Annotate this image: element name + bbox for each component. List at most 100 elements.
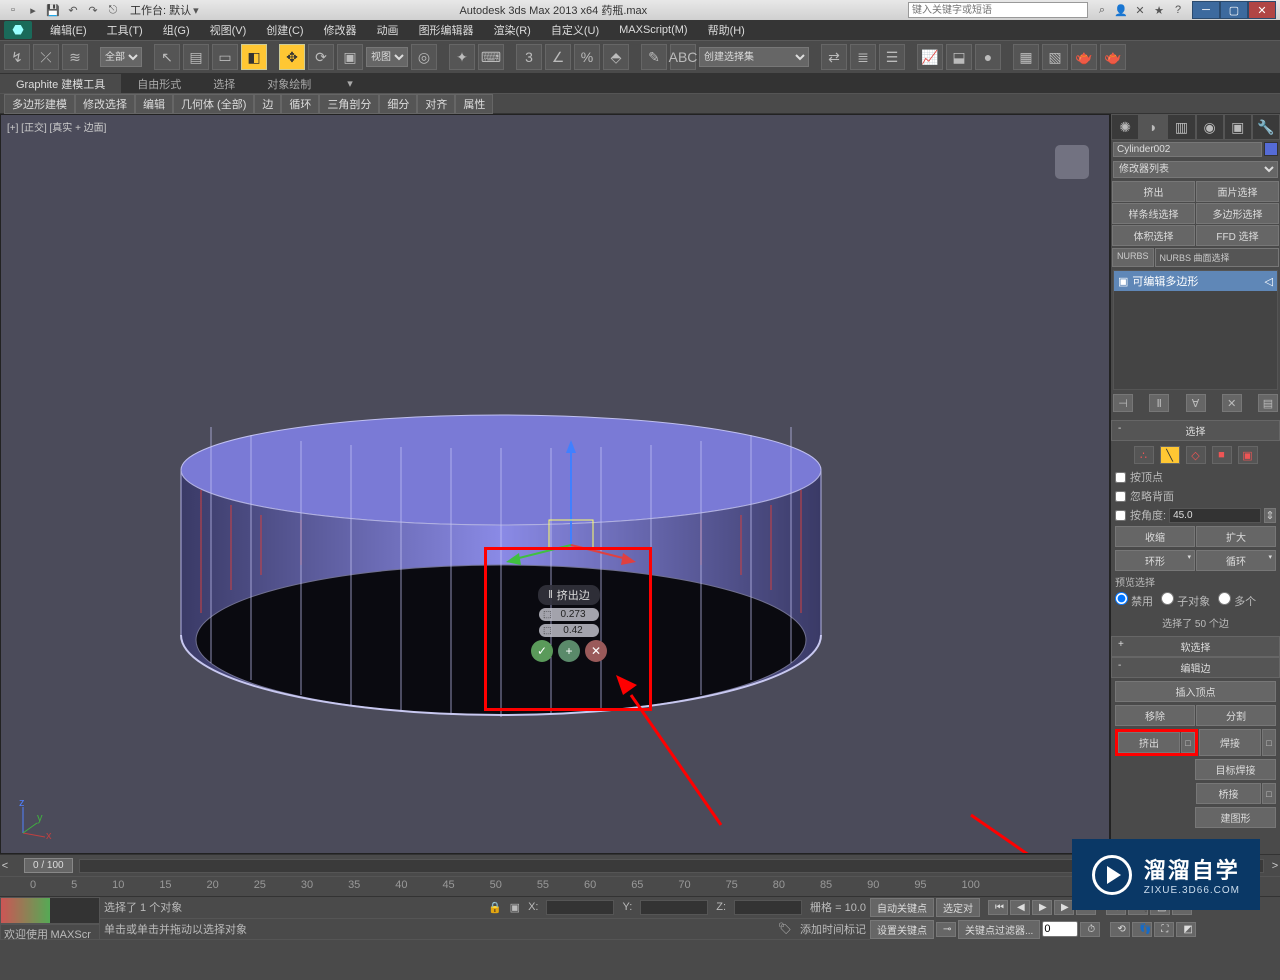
close-button[interactable]: ✕ — [1248, 1, 1276, 19]
mirror-icon[interactable]: ⇄ — [821, 44, 847, 70]
curve-editor-icon[interactable]: 📈 — [917, 44, 943, 70]
search-input[interactable] — [908, 2, 1088, 18]
btn-split[interactable]: 分割 — [1196, 705, 1276, 726]
select-icon[interactable]: ↖ — [154, 44, 180, 70]
btn-ffdsel[interactable]: FFD 选择 — [1196, 225, 1279, 246]
app-logo[interactable]: ⬣ — [4, 21, 32, 39]
caddy-spinner-width[interactable]: 0.42 — [539, 624, 599, 637]
bind-icon[interactable]: ≋ — [62, 44, 88, 70]
btn-extrude-edge[interactable]: 挤出 — [1118, 732, 1180, 753]
menu-animation[interactable]: 动画 — [367, 22, 409, 38]
schematic-icon[interactable]: ⬓ — [946, 44, 972, 70]
nav-walk-icon[interactable]: 👣 — [1132, 922, 1152, 937]
ribbon-edge[interactable]: 边 — [254, 94, 281, 114]
btn-weld-opt[interactable]: □ — [1262, 729, 1276, 756]
modifier-stack[interactable]: ▣可编辑多边形◁ — [1113, 270, 1278, 390]
timeslider-left-icon[interactable]: < — [0, 860, 10, 872]
snap-3-icon[interactable]: 3 — [516, 44, 542, 70]
render-prod-icon[interactable]: 🫖 — [1100, 44, 1126, 70]
timeslider-right-icon[interactable]: > — [1270, 860, 1280, 872]
timeslider-thumb[interactable]: 0 / 100 — [24, 858, 73, 873]
radio-subobj[interactable]: 子对象 — [1161, 592, 1210, 609]
stack-pin-icon[interactable]: ⊣ — [1113, 394, 1133, 412]
menu-group[interactable]: 组(G) — [153, 22, 200, 38]
save-icon[interactable]: 💾 — [44, 2, 62, 18]
btn-weld[interactable]: 焊接 — [1199, 729, 1261, 756]
radio-off[interactable]: 禁用 — [1115, 592, 1153, 609]
z-coord[interactable] — [734, 900, 802, 915]
menu-customize[interactable]: 自定义(U) — [541, 22, 609, 38]
selset-button[interactable]: 选定对 — [936, 898, 980, 917]
named-sel-icon[interactable]: ABC — [670, 44, 696, 70]
edit-named-sel-icon[interactable]: ✎ — [641, 44, 667, 70]
btn-grow[interactable]: 扩大 — [1196, 526, 1276, 547]
stack-item-editablepoly[interactable]: ▣可编辑多边形◁ — [1114, 271, 1277, 291]
render-icon[interactable]: 🫖 — [1071, 44, 1097, 70]
menu-create[interactable]: 创建(C) — [256, 22, 313, 38]
timetag-label[interactable]: 添加时间标记 — [800, 921, 866, 937]
undo-icon[interactable]: ↶ — [64, 2, 82, 18]
menu-edit[interactable]: 编辑(E) — [40, 22, 97, 38]
stack-delete-icon[interactable]: ✕ — [1222, 394, 1242, 412]
btn-shrink[interactable]: 收缩 — [1115, 526, 1195, 547]
stack-show-icon[interactable]: Ⅱ — [1149, 394, 1169, 412]
caddy-apply-button[interactable]: + — [558, 640, 580, 662]
refcoord-dropdown[interactable]: 视图 — [366, 47, 408, 67]
btn-extrude-mod[interactable]: 挤出 — [1112, 181, 1195, 202]
infocenter-icon[interactable]: ⌕ — [1094, 3, 1110, 17]
btn-bridge[interactable]: 桥接 — [1196, 783, 1261, 804]
new-icon[interactable]: ▫ — [4, 2, 22, 18]
ribbon-polymodel[interactable]: 多边形建模 — [4, 94, 75, 114]
isolate-icon[interactable]: ▣ — [510, 901, 520, 914]
menu-rendering[interactable]: 渲染(R) — [484, 22, 541, 38]
move-icon[interactable]: ✥ — [279, 44, 305, 70]
minimize-button[interactable]: ─ — [1192, 1, 1220, 19]
workspace-selector[interactable]: 工作台: 默认 — [130, 2, 191, 18]
menu-view[interactable]: 视图(V) — [200, 22, 257, 38]
favorite-icon[interactable]: ★ — [1151, 3, 1167, 17]
ribbon-tab-graphite[interactable]: Graphite 建模工具 — [0, 74, 121, 93]
menu-tools[interactable]: 工具(T) — [97, 22, 153, 38]
btn-createshape[interactable]: 建图形 — [1195, 807, 1276, 828]
subobj-element-icon[interactable]: ▣ — [1238, 446, 1258, 464]
ribbon-edit[interactable]: 编辑 — [135, 94, 173, 114]
autokey-button[interactable]: 自动关键点 — [870, 898, 934, 917]
ribbon-geomall[interactable]: 几何体 (全部) — [173, 94, 254, 114]
rotate-icon[interactable]: ⟳ — [308, 44, 334, 70]
menu-maxscript[interactable]: MAXScript(M) — [609, 24, 697, 36]
chk-byvertex[interactable]: 按顶点 — [1115, 469, 1276, 485]
named-sets-dropdown[interactable]: 创建选择集 — [699, 47, 809, 67]
btn-bridge-opt[interactable]: □ — [1262, 783, 1276, 804]
subobj-edge-icon[interactable]: ╲ — [1160, 446, 1180, 464]
radio-multi[interactable]: 多个 — [1218, 592, 1256, 609]
menu-help[interactable]: 帮助(H) — [698, 22, 755, 38]
ribbon-tri[interactable]: 三角剖分 — [319, 94, 379, 114]
nav-other-icon[interactable]: ◩ — [1176, 922, 1196, 937]
btn-splinesel[interactable]: 样条线选择 — [1112, 203, 1195, 224]
select-link-icon[interactable]: ↯ — [4, 44, 30, 70]
modifier-list[interactable]: 修改器列表 — [1113, 161, 1278, 178]
unlink-icon[interactable]: ⤫ — [33, 44, 59, 70]
rollout-editedge[interactable]: 编辑边 — [1111, 657, 1280, 678]
select-name-icon[interactable]: ▤ — [183, 44, 209, 70]
keyboard-icon[interactable]: ⌨ — [478, 44, 504, 70]
spinner-snap-icon[interactable]: ⬘ — [603, 44, 629, 70]
redo-icon[interactable]: ↷ — [84, 2, 102, 18]
panel-modify-icon[interactable]: ◗ — [1139, 114, 1167, 140]
material-icon[interactable]: ● — [975, 44, 1001, 70]
btn-volsel[interactable]: 体积选择 — [1112, 225, 1195, 246]
open-icon[interactable]: ▸ — [24, 2, 42, 18]
caddy-ok-button[interactable]: ✓ — [531, 640, 553, 662]
ribbon-subdiv[interactable]: 细分 — [379, 94, 417, 114]
btn-extrude-opt[interactable]: □ — [1181, 732, 1195, 753]
panel-hierarchy-icon[interactable]: ▥ — [1167, 114, 1195, 140]
caddy-spinner-height[interactable]: 0.273 — [539, 608, 599, 621]
nav-maximize-icon[interactable]: ⛶ — [1154, 922, 1174, 937]
lock-icon[interactable]: 🔒 — [488, 901, 502, 914]
ribbon-props[interactable]: 属性 — [455, 94, 493, 114]
panel-motion-icon[interactable]: ◉ — [1196, 114, 1224, 140]
nurbs-button[interactable]: NURBS 曲面选择 — [1155, 248, 1279, 267]
menu-grapheditors[interactable]: 图形编辑器 — [409, 22, 484, 38]
btn-targetweld[interactable]: 目标焊接 — [1195, 759, 1276, 780]
timeconfig-icon[interactable]: ⏱ — [1080, 922, 1100, 937]
